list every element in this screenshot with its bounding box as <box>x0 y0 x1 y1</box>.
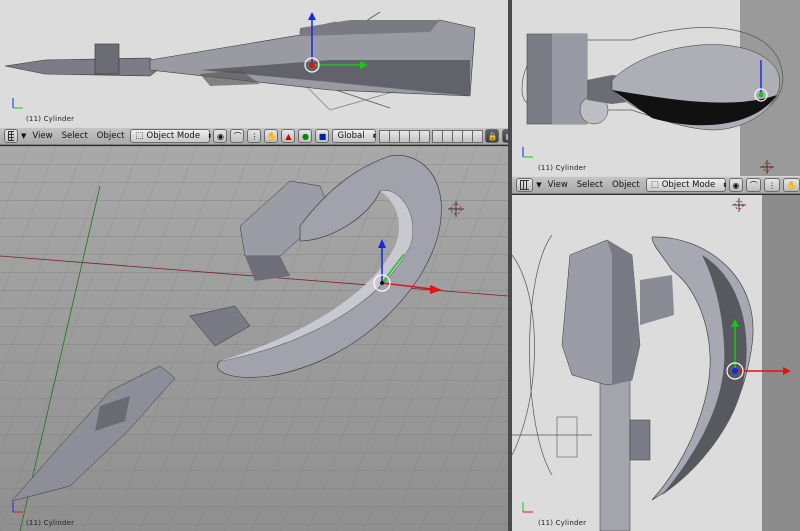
mode-select[interactable]: ⬚ Object Mode ⬍ <box>130 129 213 143</box>
chevron-down-icon: ⬍ <box>722 181 728 189</box>
hand-icon[interactable]: ✋ <box>264 129 279 143</box>
axis-orientation-icon <box>520 144 536 162</box>
rotate-icon[interactable]: ● <box>298 129 313 143</box>
snap-icon[interactable]: ⋮ <box>764 178 780 192</box>
layer-buttons[interactable] <box>379 129 431 143</box>
translate-icon[interactable]: ▲ <box>281 129 296 143</box>
viewport-header: ▼ View Select Object ⬚ Object Mode ⬍ ◉ ⌒… <box>0 127 508 145</box>
snap-icon[interactable]: ⋮ <box>247 129 262 143</box>
orientation-select[interactable]: Global ⬍ <box>332 129 377 143</box>
dropdown-arrow-icon[interactable]: ▼ <box>21 132 26 140</box>
viewport-grid-icon[interactable] <box>516 178 534 192</box>
chevron-down-icon: ⬍ <box>371 132 377 140</box>
shading-icon[interactable]: ◉ <box>213 129 228 143</box>
orientation-label: Global <box>337 131 365 141</box>
shading-icon[interactable]: ◉ <box>728 178 744 192</box>
menu-object[interactable]: Object <box>609 180 643 190</box>
mode-cube-icon: ⬚ <box>135 131 144 141</box>
viewport-label: (11) Cylinder <box>26 115 75 123</box>
menu-view[interactable]: View <box>545 180 571 190</box>
mode-cube-icon: ⬚ <box>650 180 659 190</box>
lock-icon[interactable]: 🔒 <box>485 129 500 143</box>
axis-orientation-icon <box>10 95 26 113</box>
menu-view[interactable]: View <box>29 131 55 141</box>
menu-select[interactable]: Select <box>59 131 91 141</box>
pivot-icon[interactable]: ⌒ <box>230 129 245 143</box>
layer-buttons-2[interactable] <box>432 129 484 143</box>
menu-object[interactable]: Object <box>94 131 128 141</box>
side-view-mesh <box>521 0 800 176</box>
front-viewport[interactable]: (11) Cylinder <box>0 0 508 127</box>
viewport-label: (11) Cylinder <box>26 519 75 527</box>
mode-label: Object Mode <box>146 131 201 141</box>
axis-orientation-icon <box>520 499 536 517</box>
mode-label: Object Mode <box>661 180 716 190</box>
pivot-icon[interactable]: ⌒ <box>746 178 762 192</box>
side-viewport[interactable]: (11) Cylinder <box>512 0 800 176</box>
viewport-label: (11) Cylinder <box>538 519 587 527</box>
dropdown-arrow-icon[interactable]: ▼ <box>536 181 541 189</box>
hand-icon[interactable]: ✋ <box>782 178 800 192</box>
side-viewport-header: ▼ View Select Object ⬚ Object Mode ⬍ ◉ ⌒… <box>512 176 800 194</box>
menu-select[interactable]: Select <box>574 180 606 190</box>
perspective-view-mesh <box>0 146 508 531</box>
front-view-mesh <box>4 11 476 111</box>
viewport-label: (11) Cylinder <box>538 164 587 172</box>
perspective-viewport[interactable]: (11) Cylinder <box>0 146 508 531</box>
top-viewport[interactable]: (11) Cylinder <box>512 195 800 531</box>
scale-icon[interactable]: ■ <box>315 129 330 143</box>
axis-orientation-icon <box>10 499 26 517</box>
chevron-down-icon: ⬍ <box>207 132 213 140</box>
mode-select[interactable]: ⬚ Object Mode ⬍ <box>645 178 728 192</box>
top-view-mesh <box>512 195 800 531</box>
viewport-grid-icon[interactable] <box>4 129 18 143</box>
